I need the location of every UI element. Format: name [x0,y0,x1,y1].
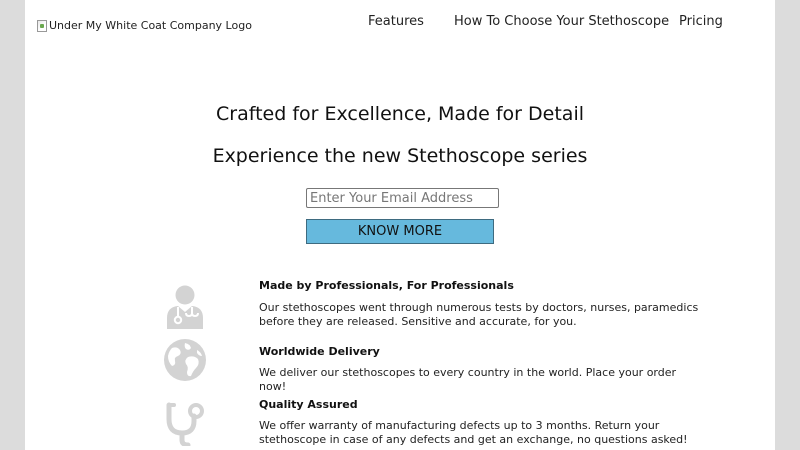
logo-alt-text: Under My White Coat Company Logo [49,19,252,32]
feature-title: Worldwide Delivery [259,345,380,358]
feature-description: Our stethoscopes went through numerous t… [259,301,699,328]
company-logo[interactable]: Under My White Coat Company Logo [37,19,252,32]
nav-link-features[interactable]: Features [368,14,424,29]
doctor-icon [167,285,203,329]
stethoscope-icon [166,402,204,446]
feature-description: We deliver our stethoscopes to every cou… [259,366,677,393]
nav-link-how-to-choose[interactable]: How To Choose Your Stethoscope [454,14,669,29]
feature-title: Quality Assured [259,398,358,411]
feature-title: Made by Professionals, For Professionals [259,279,514,292]
hero-title: Crafted for Excellence, Made for Detail [216,103,584,125]
know-more-button[interactable]: KNOW MORE [306,219,494,244]
page: Under My White Coat Company Logo Feature… [25,0,775,450]
hero-subtitle: Experience the new Stethoscope series [212,145,588,167]
feature-description: We offer warranty of manufacturing defec… [259,419,688,446]
broken-image-icon [37,19,47,32]
globe-icon [164,339,206,381]
email-input[interactable] [306,188,499,208]
nav-link-pricing[interactable]: Pricing [679,14,723,29]
